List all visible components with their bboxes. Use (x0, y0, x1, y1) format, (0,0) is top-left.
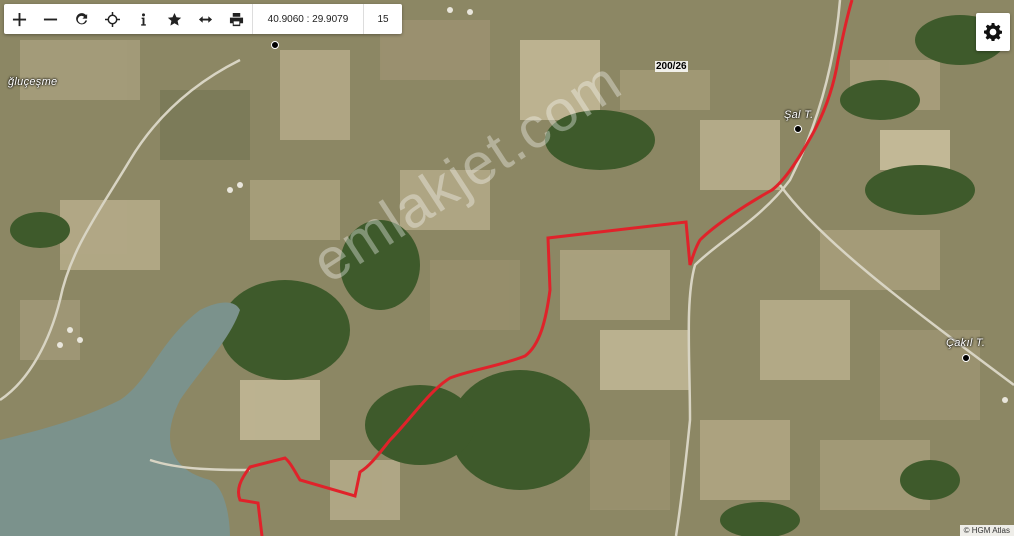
place-label-gulucesme: ğluçeşme (8, 76, 58, 88)
print-button[interactable] (221, 4, 252, 34)
satellite-map[interactable] (0, 0, 1014, 536)
star-icon (167, 12, 182, 26)
place-label-cakil-tepe: Çakıl T. (946, 337, 986, 349)
refresh-button[interactable] (66, 4, 97, 34)
favorite-button[interactable] (159, 4, 190, 34)
refresh-icon (76, 12, 88, 24)
minus-icon (43, 18, 58, 20)
parcel-label[interactable]: 200/26 (655, 61, 688, 72)
crosshair-icon (105, 11, 120, 27)
coordinates-display: 40.9060 : 29.9079 (252, 4, 363, 34)
hill-marker-icon (962, 354, 970, 362)
locate-button[interactable] (97, 4, 128, 34)
map-toolbar: 40.9060 : 29.9079 15 (4, 4, 402, 34)
settings-button[interactable] (976, 13, 1010, 51)
plus-icon (12, 12, 27, 26)
measure-button[interactable] (190, 4, 221, 34)
print-icon (229, 12, 244, 26)
zoom-level-display: 15 (363, 4, 402, 34)
gear-icon (984, 23, 1002, 41)
poi-marker-icon (271, 41, 279, 49)
measure-icon (198, 15, 213, 23)
info-button[interactable] (128, 4, 159, 34)
zoom-out-button[interactable] (35, 4, 66, 34)
hill-marker-icon (794, 125, 802, 133)
place-label-sal-tepe: Şal T. (784, 109, 814, 121)
info-icon (141, 12, 146, 26)
map-attribution[interactable]: © HGM Atlas (959, 525, 1014, 536)
zoom-in-button[interactable] (4, 4, 35, 34)
